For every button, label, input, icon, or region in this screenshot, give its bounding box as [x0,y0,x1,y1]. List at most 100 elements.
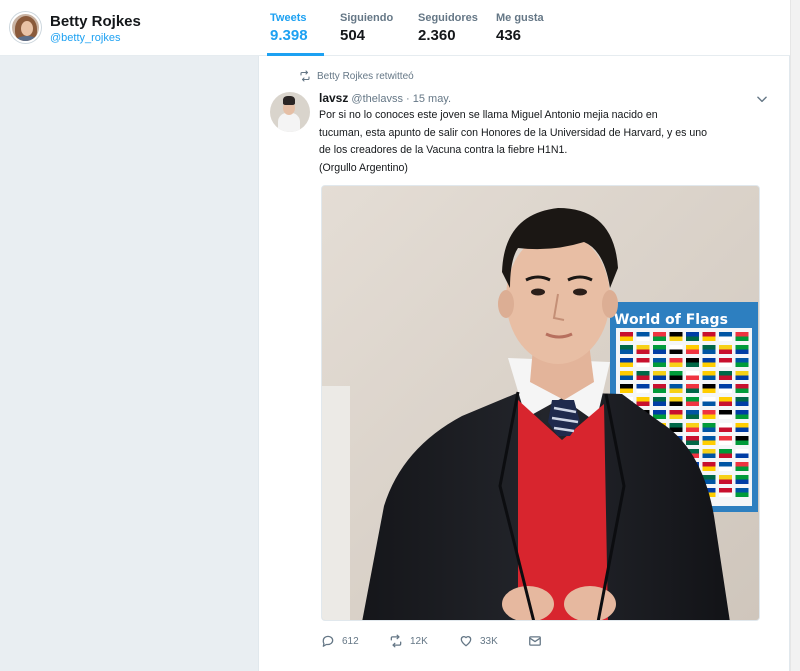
poster-flag [636,336,650,341]
stat-label: Siguiendo [340,12,394,24]
stat-tweets[interactable]: Tweets 9.398 [262,0,332,56]
poster-flag [669,371,683,376]
stat-value: 9.398 [270,27,308,44]
profile-avatar[interactable] [10,12,41,43]
poster-flag [719,345,732,350]
poster-flag [620,345,633,350]
poster-flag [719,440,732,445]
poster-flag [719,462,732,467]
poster-flag [686,349,699,354]
stat-value: 504 [340,27,366,44]
poster-flag [686,440,699,445]
poster-flag [686,384,699,389]
poster-flag [653,345,666,350]
poster-flag [702,371,716,376]
poster-flag [636,362,650,367]
reply-icon [322,635,334,647]
poster-flag [636,371,650,376]
poster-flag [719,410,732,415]
poster-flag [620,384,633,389]
poster-flag [702,423,716,428]
poster-flag [686,332,699,337]
tweet-author-name[interactable]: lavsz [319,91,348,105]
window-scrollbar[interactable] [790,0,800,671]
poster-flag [686,358,699,363]
poster-flag [702,358,716,363]
poster-flag [719,423,732,428]
poster-flag [735,492,749,497]
poster-flag [719,388,732,393]
heart-icon [460,636,472,647]
chevron-down-icon[interactable] [755,92,769,106]
direct-message-button[interactable] [528,634,542,648]
poster-flag [653,388,666,393]
tweet-author-avatar[interactable] [270,92,310,132]
tweet-text: Por si no lo conoces este joven se llama… [319,107,759,177]
poster-flag [735,466,749,471]
poster-flag [719,492,732,497]
profile-name[interactable]: Betty Rojkes [50,13,141,30]
poster-flag [719,332,732,337]
poster-flag [719,371,732,376]
poster-flag [719,362,732,367]
poster-flag [636,349,650,354]
poster-flag [686,388,699,393]
poster-flag [735,475,749,480]
poster-flag [719,488,732,493]
poster-flag [636,384,650,389]
poster-flag [719,475,732,480]
poster-flag [735,488,749,493]
poster-flag [735,345,749,350]
stat-value: 436 [496,27,522,44]
poster-flag [702,440,716,445]
poster-flag [719,436,732,441]
reply-button[interactable]: 612 [321,634,389,648]
poster-flag [702,384,716,389]
poster-flag [735,462,749,467]
retweet-button[interactable]: 12K [389,634,459,648]
poster-flag [719,466,732,471]
stat-label: Tweets [270,12,307,24]
tweet-date[interactable]: · 15 may. [406,93,451,105]
retweet-icon [300,70,310,82]
poster-flag [702,462,716,467]
tweet-card[interactable]: Betty Rojkes retwitteó lavsz @thelavss ·… [258,56,790,671]
poster-flag [636,388,650,393]
poster-flag [620,349,633,354]
like-button[interactable]: 33K [459,634,528,648]
stat-likes[interactable]: Me gusta 436 [488,0,566,56]
poster-flag [653,336,666,341]
poster-flag [686,410,699,415]
poster-flag [719,427,732,432]
poster-flag [702,362,716,367]
photo-illustration: World of Flags [322,186,759,620]
poster-flag [702,336,716,341]
poster-flag [686,401,699,406]
poster-flag [702,449,716,454]
poster-flag [653,349,666,354]
poster-flag [719,479,732,484]
poster-flag [719,336,732,341]
poster-flag [735,423,749,428]
stat-following[interactable]: Siguiendo 504 [332,0,410,56]
stat-followers[interactable]: Seguidores 2.360 [410,0,488,56]
poster-flag [735,388,749,393]
poster-flag [620,375,633,380]
poster-flag [653,375,666,380]
tweet-author-handle[interactable]: @thelavss [351,93,403,105]
poster-flag [702,427,716,432]
poster-flag [669,388,683,393]
poster-flag [669,410,683,415]
poster-flag [620,358,633,363]
poster-flag [735,479,749,484]
poster-flag [735,401,749,406]
retweeted-by-text[interactable]: Betty Rojkes retwitteó [317,71,414,82]
profile-handle[interactable]: @betty_rojkes [50,32,120,44]
stat-value: 2.360 [418,27,456,44]
poster-flag [702,375,716,380]
stat-label: Me gusta [496,12,544,24]
tweet-media-photo[interactable]: World of Flags [321,185,760,621]
tweet-text-line: Por si no lo conoces este joven se llama… [319,109,658,121]
poster-flag [719,384,732,389]
poster-flag [735,427,749,432]
